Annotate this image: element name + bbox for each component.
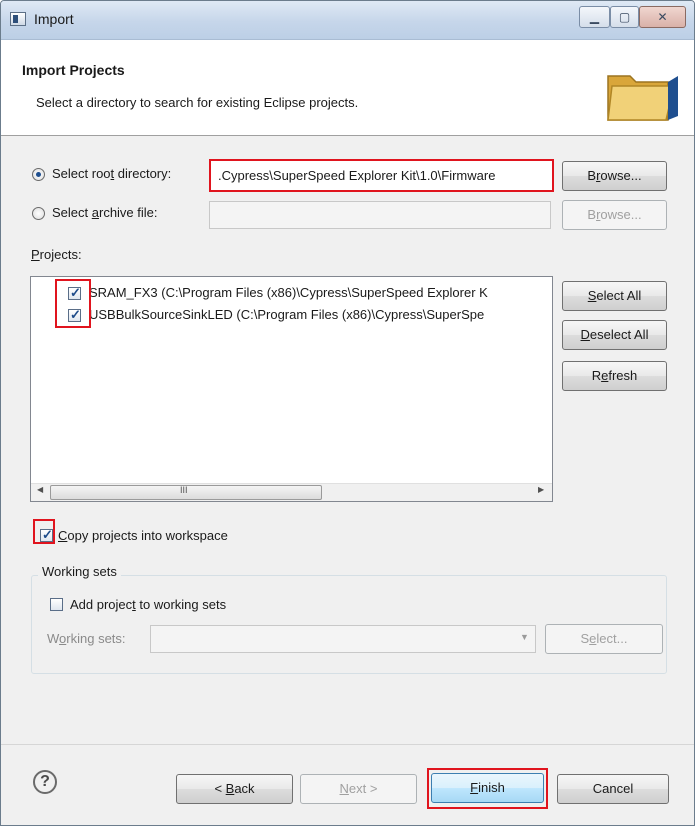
list-item[interactable]: SRAM_FX3 (C:\Program Files (x86)\Cypress…	[33, 284, 551, 304]
root-directory-input[interactable]: .Cypress\SuperSpeed Explorer Kit\1.0\Fir…	[209, 159, 554, 192]
minimize-button[interactable]: ▁	[579, 6, 610, 28]
scroll-right-icon[interactable]: ▶	[538, 485, 544, 494]
working-sets-label: Working sets:	[47, 631, 126, 646]
select-working-sets-button[interactable]: Select...	[545, 624, 663, 654]
minimize-icon: ▁	[589, 10, 600, 24]
back-button[interactable]: < Back	[176, 774, 293, 804]
chevron-down-icon[interactable]: ▼	[520, 632, 529, 642]
project-label: SRAM_FX3 (C:\Program Files (x86)\Cypress…	[89, 285, 488, 300]
cancel-button[interactable]: Cancel	[557, 774, 669, 804]
project-label: USBBulkSourceSinkLED (C:\Program Files (…	[89, 307, 485, 322]
select-all-button[interactable]: Select All	[562, 281, 667, 311]
archive-file-input[interactable]	[209, 201, 551, 229]
app-icon	[10, 12, 26, 26]
copy-projects-label: Copy projects into workspace	[58, 528, 228, 543]
root-directory-radio[interactable]	[32, 168, 45, 181]
browse-root-button[interactable]: Browse...	[562, 161, 667, 191]
scroll-left-icon[interactable]: ◀	[37, 485, 43, 494]
add-to-working-sets-checkbox[interactable]	[50, 598, 63, 611]
window-title: Import	[34, 11, 74, 27]
archive-file-label: Select archive file:	[52, 205, 158, 220]
folder-icon	[601, 64, 678, 126]
archive-file-radio[interactable]	[32, 207, 45, 220]
root-directory-label: Select root directory:	[52, 166, 172, 181]
maximize-button[interactable]: ▢	[610, 6, 639, 28]
close-button[interactable]: ✕	[639, 6, 686, 28]
maximize-icon: ▢	[618, 10, 631, 24]
deselect-all-button[interactable]: Deselect All	[562, 320, 667, 350]
add-to-working-sets-label: Add project to working sets	[70, 597, 227, 612]
refresh-button[interactable]: Refresh	[562, 361, 667, 391]
footer-separator	[1, 744, 694, 745]
next-button[interactable]: Next >	[300, 774, 417, 804]
projects-label: Projects:	[31, 247, 82, 262]
scroll-grip: III	[180, 485, 188, 495]
close-icon: ✕	[657, 10, 668, 24]
finish-button[interactable]: Finish	[431, 773, 544, 803]
page-description: Select a directory to search for existin…	[36, 95, 359, 110]
working-sets-legend: Working sets	[38, 564, 121, 579]
wizard-header	[1, 40, 694, 136]
list-item[interactable]: USBBulkSourceSinkLED (C:\Program Files (…	[33, 306, 551, 326]
working-sets-combo[interactable]	[150, 625, 536, 653]
help-icon[interactable]: ?	[33, 770, 57, 794]
browse-archive-button[interactable]: Browse...	[562, 200, 667, 230]
checkbox-highlight	[33, 519, 55, 544]
page-title: Import Projects	[22, 62, 125, 78]
checkbox-highlight	[55, 279, 91, 328]
